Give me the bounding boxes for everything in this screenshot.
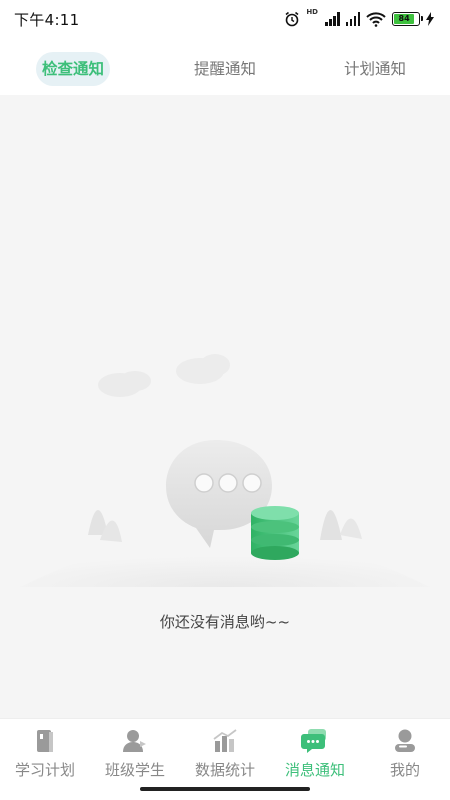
- profile-icon: [395, 729, 415, 752]
- charging-icon: [426, 12, 434, 26]
- notification-tabs: 检查通知 提醒通知 计划通知: [0, 38, 450, 95]
- message-list-area: 你还没有消息哟~~: [0, 95, 450, 718]
- tab-plan-notice[interactable]: 计划通知: [336, 52, 414, 86]
- nav-class-students[interactable]: 班级学生: [90, 727, 180, 780]
- empty-state-message: 你还没有消息哟~~: [159, 613, 291, 631]
- nav-label: 学习计划: [14, 761, 75, 779]
- nav-study-plan[interactable]: 学习计划: [0, 727, 90, 780]
- signal-icon-2: [345, 12, 360, 26]
- empty-messages-illustration: [20, 354, 430, 587]
- battery-level: 84: [394, 14, 415, 24]
- alarm-icon: [285, 11, 299, 27]
- nav-data-stats[interactable]: 数据统计: [180, 727, 270, 780]
- nav-label: 消息通知: [284, 761, 345, 779]
- wifi-icon: [366, 12, 386, 27]
- status-icons: HD 84: [284, 9, 434, 29]
- book-icon: [37, 730, 53, 752]
- battery-icon: 84: [392, 12, 423, 26]
- status-bar: 下午4:11 HD 84: [0, 0, 450, 38]
- nav-label: 我的: [389, 761, 420, 779]
- nav-label: 班级学生: [104, 761, 165, 779]
- tab-check-notice[interactable]: 检查通知: [36, 52, 110, 86]
- tab-reminder-notice[interactable]: 提醒通知: [186, 52, 264, 86]
- message-icon: [301, 729, 326, 753]
- nav-messages[interactable]: 消息通知: [270, 727, 360, 780]
- signal-icon: [325, 12, 340, 26]
- nav-profile[interactable]: 我的: [360, 727, 450, 780]
- hd-icon: HD: [306, 8, 318, 16]
- status-time: 下午4:11: [14, 11, 80, 29]
- home-indicator[interactable]: [140, 787, 310, 791]
- students-icon: [123, 730, 146, 752]
- chart-icon: [213, 729, 237, 752]
- nav-label: 数据统计: [194, 761, 255, 779]
- bottom-nav: 学习计划 班级学生 数据统计 消息通知 我的: [0, 718, 450, 800]
